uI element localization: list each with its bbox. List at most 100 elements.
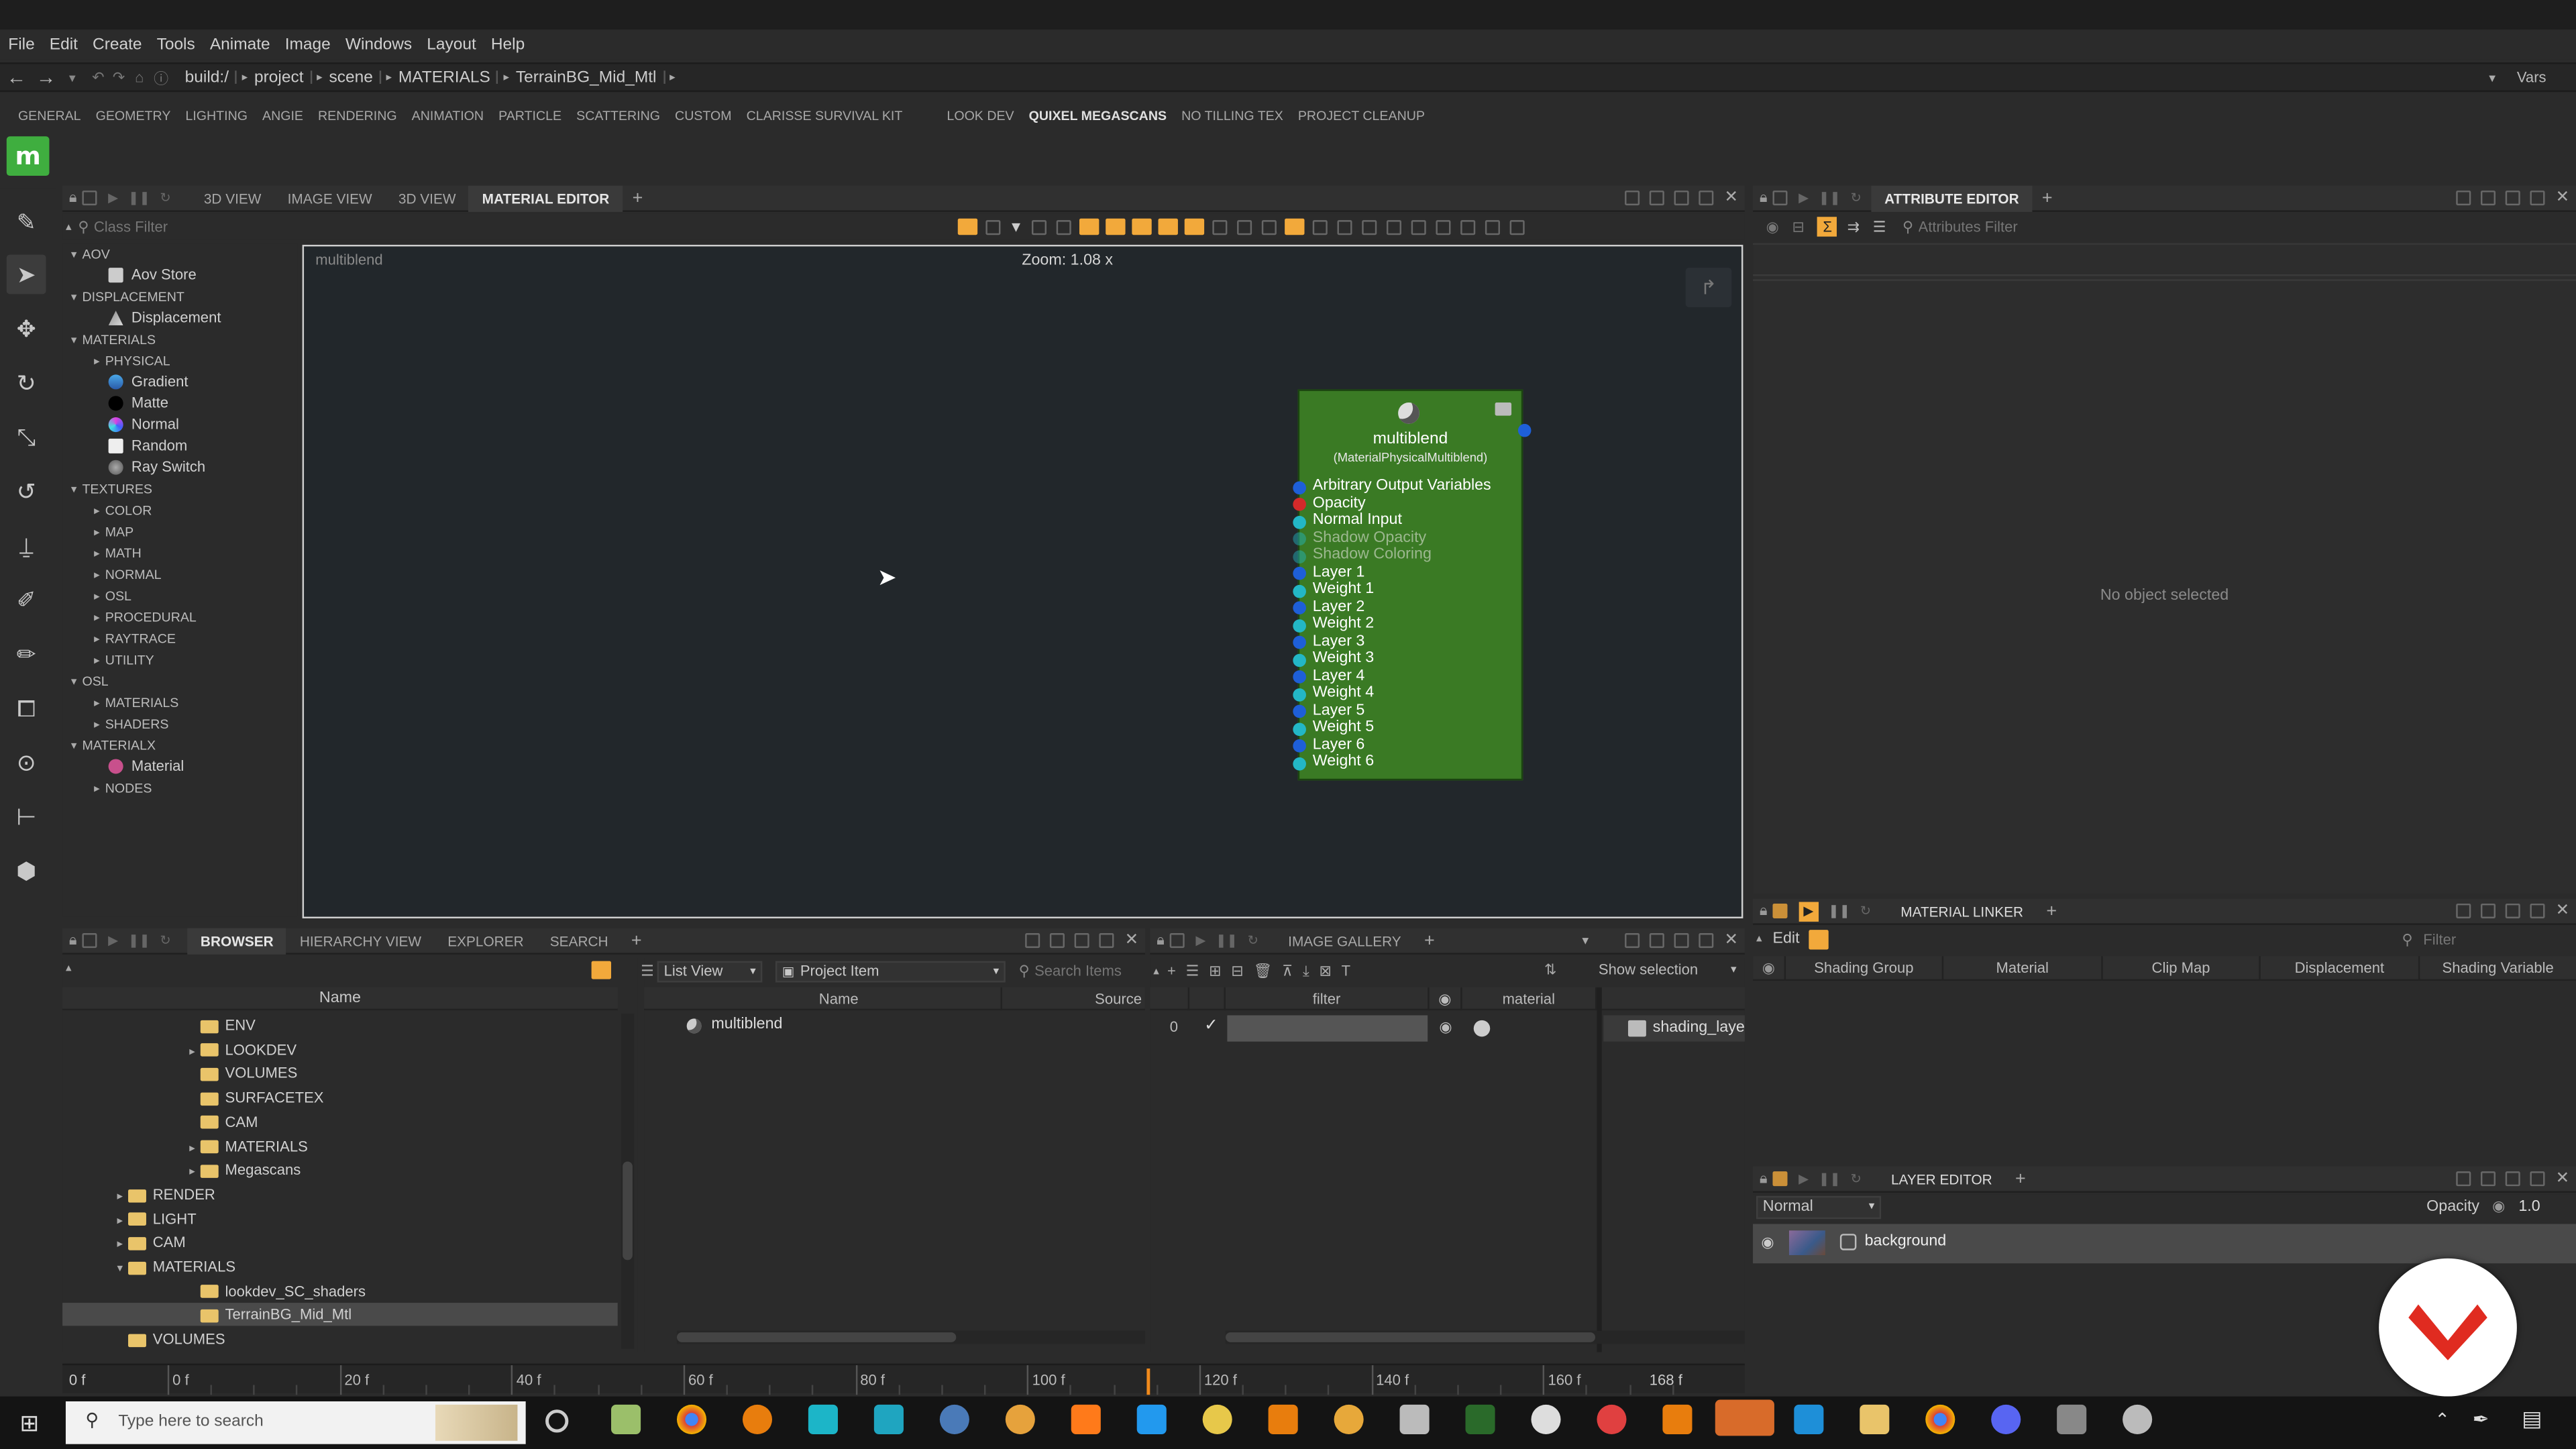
node-port-weight-1[interactable]: Weight 1 xyxy=(1293,580,1374,599)
app-taskbar-icon[interactable] xyxy=(1465,1404,1495,1434)
filter-column-header[interactable]: filter xyxy=(1226,987,1430,1011)
app-taskbar-icon[interactable] xyxy=(939,1404,969,1434)
cortana-icon[interactable] xyxy=(545,1409,569,1433)
edit-menu[interactable]: Edit xyxy=(1772,930,1799,948)
gallery-tool-icon[interactable]: ⊞ xyxy=(1209,962,1221,980)
brush-tool-icon[interactable]: ✏ xyxy=(7,634,46,674)
app-taskbar-icon[interactable] xyxy=(1202,1404,1232,1434)
shelf-tab-no-tilling-tex[interactable]: NO TILLING TEX xyxy=(1181,107,1283,122)
download-icon[interactable]: ⤓ xyxy=(1303,962,1309,980)
breadcrumb-segment[interactable]: project xyxy=(248,68,310,87)
eye-icon[interactable]: ◉ xyxy=(1766,217,1779,235)
tree-item-map[interactable]: ▸ MAP xyxy=(89,521,133,542)
layout-icon[interactable] xyxy=(2529,191,2544,206)
tab-layer-editor[interactable]: LAYER EDITOR xyxy=(1878,1166,2005,1192)
input-port-icon[interactable] xyxy=(1293,653,1306,667)
blender-taskbar-icon[interactable] xyxy=(742,1404,773,1434)
close-icon[interactable]: ✕ xyxy=(1724,932,1738,950)
tree-item-utility[interactable]: ▸ UTILITY xyxy=(89,649,154,670)
node-port-layer-2[interactable]: Layer 2 xyxy=(1293,598,1364,616)
app-taskbar-icon[interactable] xyxy=(1794,1404,1824,1434)
tree-item-matte[interactable]: Matte xyxy=(108,392,168,414)
shelf-tab-custom[interactable]: CUSTOM xyxy=(675,107,732,122)
tab-image-view[interactable]: IMAGE VIEW xyxy=(274,185,385,211)
project-item-select[interactable]: ▣ Project Item ▾ xyxy=(775,960,1006,982)
active-app-taskbar-icon[interactable] xyxy=(1715,1399,1774,1436)
node-port-layer-4[interactable]: Layer 4 xyxy=(1293,667,1364,686)
toolbar-icon[interactable] xyxy=(1284,218,1305,235)
panel-option-icon[interactable] xyxy=(1772,903,1788,918)
input-port-icon[interactable] xyxy=(1293,739,1306,753)
tree-item-math[interactable]: ▸ MATH xyxy=(89,542,142,564)
folder-item[interactable]: ▸ RENDER xyxy=(62,1183,618,1205)
toolbar-icon[interactable] xyxy=(1362,219,1377,234)
megascans-shelf-logo[interactable]: m xyxy=(6,136,50,176)
menu-create[interactable]: Create xyxy=(93,36,142,54)
layout-icon[interactable] xyxy=(2455,1171,2471,1187)
collapsed-arrow-icon[interactable]: ▸ xyxy=(89,586,105,608)
toolbar-icon[interactable] xyxy=(1079,218,1099,235)
breadcrumb-separator-icon[interactable]: ▸ xyxy=(235,70,248,84)
node-port-weight-6[interactable]: Weight 6 xyxy=(1293,753,1374,771)
toolbar-icon[interactable] xyxy=(1436,219,1451,234)
folder-item[interactable]: ▸ LOOKDEV xyxy=(62,1038,618,1061)
shelf-tab-look-dev[interactable]: LOOK DEV xyxy=(947,107,1014,122)
layout-icon[interactable] xyxy=(1648,933,1664,949)
app-taskbar-icon[interactable] xyxy=(1005,1404,1035,1434)
back-arrow-icon[interactable]: ← xyxy=(7,66,26,89)
undo-icon[interactable]: ↶ xyxy=(92,68,104,87)
shelf-tab-animation[interactable]: ANIMATION xyxy=(412,107,484,122)
layout-icon[interactable] xyxy=(1648,191,1664,206)
tab-explorer[interactable]: EXPLORER xyxy=(435,927,537,953)
shelf-tab-rendering[interactable]: RENDERING xyxy=(318,107,397,122)
node-port-weight-3[interactable]: Weight 3 xyxy=(1293,649,1374,668)
breadcrumb-segment[interactable]: TerrainBG_Mid_Mtl xyxy=(509,68,663,87)
toolbar-icon[interactable] xyxy=(1236,219,1252,234)
add-tab-icon[interactable]: + xyxy=(1424,930,1435,950)
tree-item-nodes[interactable]: ▸ NODES xyxy=(89,777,152,798)
collapsed-arrow-icon[interactable]: ▸ xyxy=(112,1234,128,1257)
toolbar-icon[interactable] xyxy=(1460,219,1476,234)
shelf-tab-quixel-megascans[interactable]: QUIXEL MEGASCANS xyxy=(1029,107,1167,122)
add-tab-icon[interactable]: + xyxy=(2042,188,2053,207)
menu-help[interactable]: Help xyxy=(491,36,525,54)
play-icon[interactable]: ▶ xyxy=(1799,1171,1809,1186)
shelf-tab-project-cleanup[interactable]: PROJECT CLEANUP xyxy=(1298,107,1425,122)
pause-icon[interactable]: ❚❚ xyxy=(1216,933,1238,948)
row-checkbox[interactable]: ✓ xyxy=(1204,1017,1218,1035)
panel-option-icon[interactable] xyxy=(81,933,97,949)
layout-icon[interactable] xyxy=(1049,933,1064,949)
toolbar-icon[interactable] xyxy=(1105,218,1126,235)
collapsed-arrow-icon[interactable]: ▸ xyxy=(89,523,105,544)
menu-tools[interactable]: Tools xyxy=(157,36,195,54)
folder-item[interactable]: TerrainBG_Mid_Mtl xyxy=(62,1303,618,1327)
app-taskbar-icon[interactable] xyxy=(1662,1404,1693,1434)
play-icon[interactable]: ▶ xyxy=(108,933,118,948)
menu-animate[interactable]: Animate xyxy=(210,36,270,54)
layout-icon[interactable] xyxy=(2529,903,2544,918)
input-port-icon[interactable] xyxy=(1293,704,1306,718)
list-item[interactable]: multiblend xyxy=(677,1014,782,1036)
lock-icon[interactable]: 🔒︎ xyxy=(69,189,77,207)
maya-taskbar-icon[interactable] xyxy=(808,1404,838,1434)
node-port-weight-5[interactable]: Weight 5 xyxy=(1293,718,1374,737)
tree-item-osl[interactable]: ▸ OSL xyxy=(89,585,131,606)
filter-cell[interactable] xyxy=(1227,1015,1428,1042)
play-icon[interactable]: ▶ xyxy=(1799,191,1809,205)
shelf-tab-angie[interactable]: ANGIE xyxy=(262,107,303,122)
sort-icon[interactable]: ⇅ xyxy=(1544,961,1556,979)
refresh-icon[interactable]: ↻ xyxy=(1248,933,1258,948)
gallery-tool-icon[interactable]: ☰ xyxy=(1186,962,1199,980)
close-icon[interactable]: ✕ xyxy=(1125,932,1139,950)
material-swatch[interactable] xyxy=(1473,1020,1491,1037)
layout-icon[interactable] xyxy=(1673,933,1688,949)
tree-item-displacement[interactable]: ▾ DISPLACEMENT xyxy=(66,286,184,307)
gallery-tool-icon[interactable]: ⊠ xyxy=(1319,962,1331,980)
node-port-layer-3[interactable]: Layer 3 xyxy=(1293,632,1364,651)
eye-column-icon[interactable]: ◉ xyxy=(1430,987,1462,1011)
layout-icon[interactable] xyxy=(2455,191,2471,206)
menu-file[interactable]: File xyxy=(8,36,34,54)
toolbar-icon[interactable] xyxy=(1337,219,1352,234)
sum-icon[interactable]: Σ xyxy=(1817,217,1837,237)
node-graph-canvas[interactable]: multiblend Zoom: 1.08 x ↱ ➤ multiblend (… xyxy=(302,244,1743,918)
